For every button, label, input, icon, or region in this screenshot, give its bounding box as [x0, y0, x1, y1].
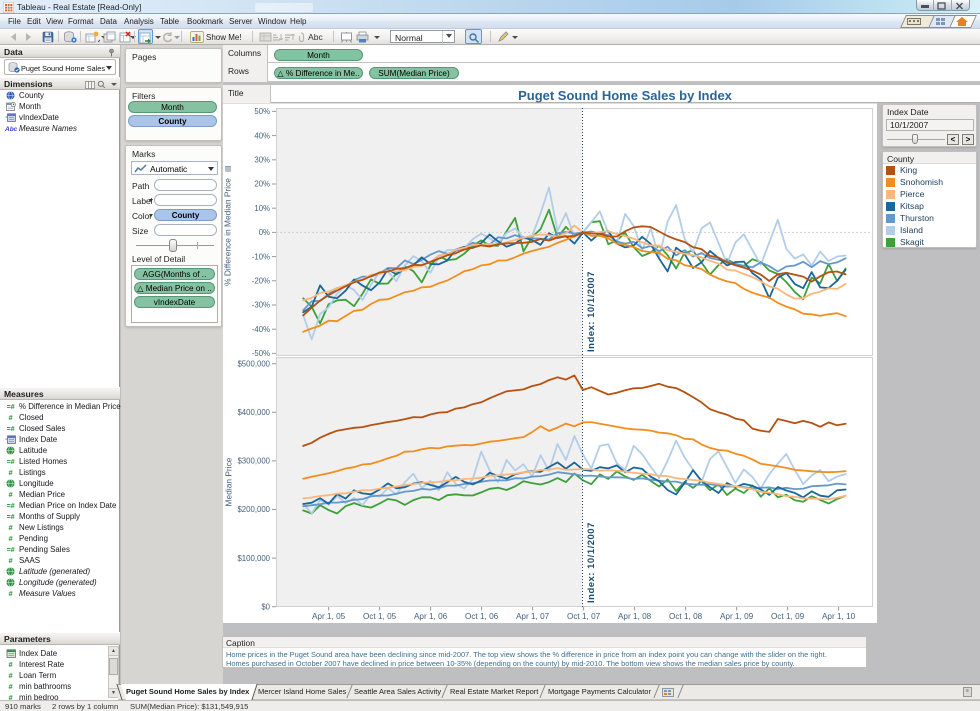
svg-text:-10%: -10% — [252, 252, 270, 261]
svg-text:$300,000: $300,000 — [237, 457, 270, 466]
svg-text:Index: 10/1/2007: Index: 10/1/2007 — [586, 271, 597, 352]
svg-text:20%: 20% — [254, 180, 270, 189]
svg-text:0%: 0% — [259, 228, 270, 237]
svg-text:$400,000: $400,000 — [237, 408, 270, 417]
svg-text:Apr 1, 08: Apr 1, 08 — [618, 612, 652, 621]
svg-text:-50%: -50% — [252, 349, 270, 358]
svg-text:Apr 1, 10: Apr 1, 10 — [822, 612, 856, 621]
svg-text:Index: 10/1/2007: Index: 10/1/2007 — [586, 522, 597, 603]
svg-text:Apr 1, 07: Apr 1, 07 — [516, 612, 550, 621]
svg-text:10%: 10% — [254, 204, 270, 213]
svg-text:30%: 30% — [254, 156, 270, 165]
svg-text:Apr 1, 05: Apr 1, 05 — [312, 612, 346, 621]
svg-text:$0: $0 — [261, 602, 270, 611]
svg-text:50%: 50% — [254, 107, 270, 116]
svg-text:$200,000: $200,000 — [237, 505, 270, 514]
svg-text:$100,000: $100,000 — [237, 554, 270, 563]
svg-text:Oct 1, 06: Oct 1, 06 — [465, 612, 499, 621]
svg-text:$500,000: $500,000 — [237, 359, 270, 368]
svg-text:Oct 1, 07: Oct 1, 07 — [567, 612, 601, 621]
svg-text:-20%: -20% — [252, 277, 270, 286]
svg-text:% Difference in Median Price: % Difference in Median Price — [223, 178, 233, 286]
svg-text:Apr 1, 09: Apr 1, 09 — [720, 612, 754, 621]
svg-text:Oct 1, 08: Oct 1, 08 — [669, 612, 703, 621]
svg-text:▤: ▤ — [225, 165, 232, 172]
svg-text:Apr 1, 06: Apr 1, 06 — [414, 612, 448, 621]
svg-text:40%: 40% — [254, 131, 270, 140]
svg-text:-30%: -30% — [252, 301, 270, 310]
svg-text:Oct 1, 05: Oct 1, 05 — [363, 612, 397, 621]
svg-text:Median Price: Median Price — [224, 457, 234, 506]
svg-text:Oct 1, 09: Oct 1, 09 — [771, 612, 805, 621]
svg-text:-40%: -40% — [252, 325, 270, 334]
